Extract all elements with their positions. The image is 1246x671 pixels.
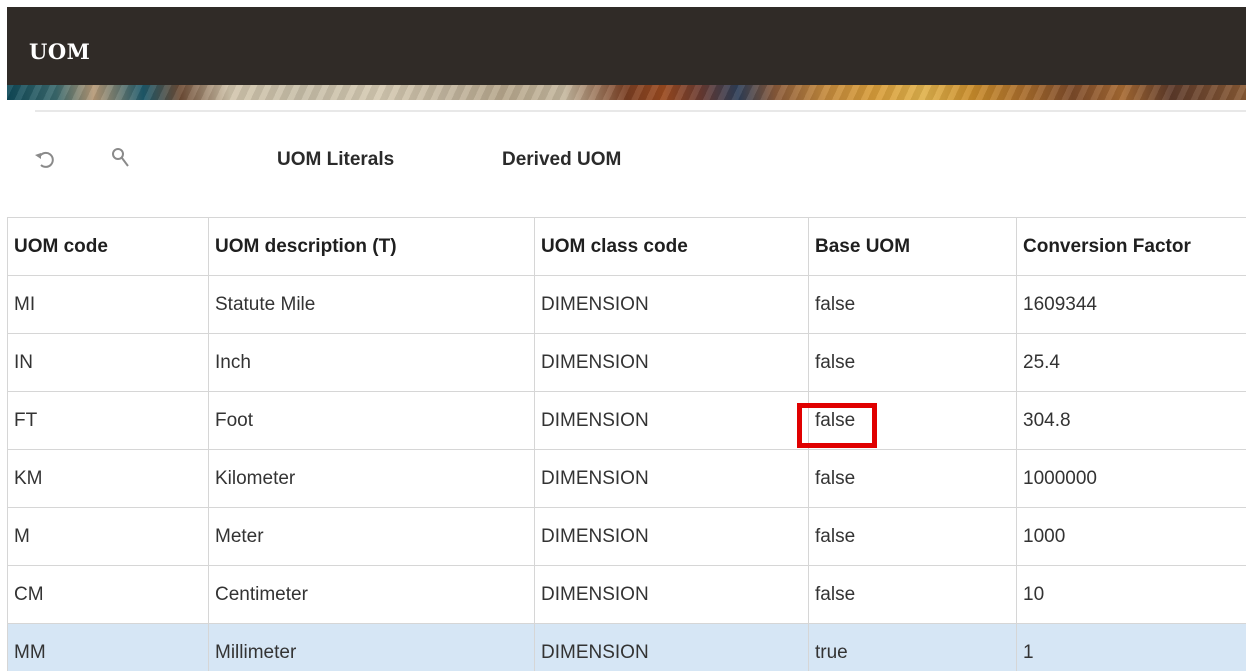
table-row[interactable]: CM Centimeter DIMENSION false 10	[7, 565, 1246, 624]
table-header-row: UOM code UOM description (T) UOM class c…	[7, 217, 1246, 276]
table-cell: Foot	[208, 391, 535, 450]
column-header[interactable]: Base UOM	[808, 217, 1017, 276]
refresh-icon[interactable]	[31, 145, 59, 173]
table-cell: IN	[7, 333, 209, 392]
table-cell: false	[808, 449, 1017, 508]
column-header[interactable]: UOM description (T)	[208, 217, 535, 276]
table-cell: DIMENSION	[534, 507, 809, 566]
table-cell: 1000000	[1016, 449, 1246, 508]
page-title: UOM	[29, 39, 91, 64]
table-cell: KM	[7, 449, 209, 508]
table-row-selected[interactable]: MM Millimeter DIMENSION true 1	[7, 623, 1246, 671]
table-cell: true	[808, 623, 1017, 671]
page-header: UOM	[7, 7, 1246, 100]
table-row[interactable]: FT Foot DIMENSION false 304.8	[7, 391, 1246, 450]
table-cell: false	[808, 333, 1017, 392]
table-cell: MI	[7, 275, 209, 334]
table-cell: 304.8	[1016, 391, 1246, 450]
table-cell: Millimeter	[208, 623, 535, 671]
tab-uom-literals[interactable]: UOM Literals	[277, 149, 394, 171]
table-cell: Meter	[208, 507, 535, 566]
column-header[interactable]: Conversion Factor	[1016, 217, 1246, 276]
column-header[interactable]: UOM code	[7, 217, 209, 276]
table-cell: 1000	[1016, 507, 1246, 566]
uom-table-container: UOM code UOM description (T) UOM class c…	[7, 217, 1246, 671]
table-row[interactable]: MI Statute Mile DIMENSION false 1609344	[7, 275, 1246, 334]
header-banner-image	[7, 85, 1246, 100]
table-cell: Statute Mile	[208, 275, 535, 334]
table-cell: 1	[1016, 623, 1246, 671]
table-cell: DIMENSION	[534, 391, 809, 450]
table-cell: Centimeter	[208, 565, 535, 624]
table-cell: M	[7, 507, 209, 566]
table-cell: MM	[7, 623, 209, 671]
table-cell: 10	[1016, 565, 1246, 624]
toolbar: UOM Literals Derived UOM	[0, 135, 1246, 185]
table-row[interactable]: IN Inch DIMENSION false 25.4	[7, 333, 1246, 392]
table-cell: false	[808, 391, 1017, 450]
table-cell: DIMENSION	[534, 623, 809, 671]
table-cell: false	[808, 565, 1017, 624]
table-cell: FT	[7, 391, 209, 450]
table-cell: CM	[7, 565, 209, 624]
column-header[interactable]: UOM class code	[534, 217, 809, 276]
table-cell: 25.4	[1016, 333, 1246, 392]
table-cell: DIMENSION	[534, 565, 809, 624]
table-cell: DIMENSION	[534, 333, 809, 392]
table-cell: Kilometer	[208, 449, 535, 508]
table-cell: DIMENSION	[534, 449, 809, 508]
uom-table: UOM code UOM description (T) UOM class c…	[7, 217, 1246, 671]
table-cell: false	[808, 275, 1017, 334]
search-icon[interactable]	[106, 145, 134, 173]
table-cell: 1609344	[1016, 275, 1246, 334]
table-row[interactable]: KM Kilometer DIMENSION false 1000000	[7, 449, 1246, 508]
header-divider	[35, 110, 1246, 112]
table-cell: Inch	[208, 333, 535, 392]
table-cell: DIMENSION	[534, 275, 809, 334]
table-row[interactable]: M Meter DIMENSION false 1000	[7, 507, 1246, 566]
tab-derived-uom[interactable]: Derived UOM	[502, 149, 621, 171]
table-cell: false	[808, 507, 1017, 566]
